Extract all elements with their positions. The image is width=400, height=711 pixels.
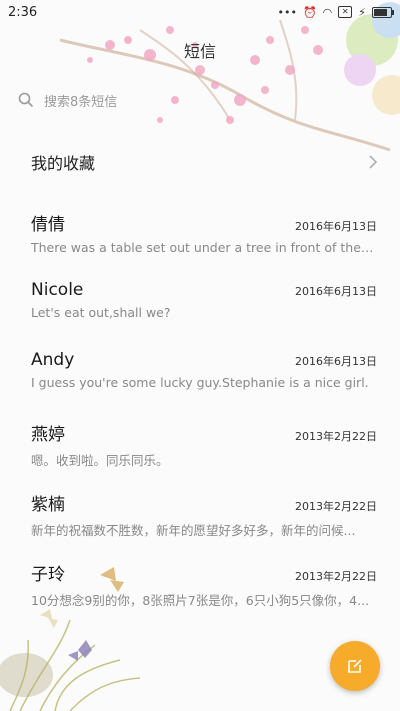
conversation-row[interactable]: Nicole 2016年6月13日 Let's eat out,shall we…	[0, 270, 400, 340]
message-preview: I guess you're some lucky guy.Stephanie …	[31, 375, 369, 390]
contact-name: Nicole	[31, 280, 84, 300]
compose-icon	[348, 659, 362, 673]
message-preview: 新年的祝福数不胜数，新年的愿望好多好多，新年的问候...	[31, 523, 356, 538]
status-time: 2:36	[8, 4, 38, 20]
message-preview: Let's eat out,shall we?	[31, 305, 171, 320]
conversation-row[interactable]: Andy 2016年6月13日 I guess you're some luck…	[0, 340, 400, 410]
conversation-list: 倩倩 2016年6月13日 There was a table set out …	[0, 200, 400, 620]
message-date: 2013年2月22日	[295, 570, 377, 583]
contact-name: 紫楠	[31, 495, 65, 515]
message-date: 2016年6月13日	[295, 355, 377, 368]
more-dots-icon: •••	[277, 5, 297, 19]
search-icon	[18, 92, 34, 108]
conversation-row[interactable]: 倩倩 2016年6月13日 There was a table set out …	[0, 200, 400, 270]
message-preview: 10分想念9别的你，8张照片7张是你，6只小狗5只像你，4...	[31, 593, 370, 608]
message-date: 2013年2月22日	[295, 500, 377, 513]
contact-name: 子玲	[31, 565, 65, 585]
message-date: 2016年6月13日	[295, 220, 377, 233]
page-title: 短信	[183, 42, 216, 61]
charging-icon: ⚡	[358, 5, 366, 19]
contact-name: Andy	[31, 350, 75, 370]
search-placeholder: 搜索8条短信	[44, 94, 118, 110]
favorites-row[interactable]: 我的收藏	[0, 140, 400, 184]
chevron-right-icon	[369, 155, 378, 169]
battery-icon	[372, 6, 394, 18]
alarm-icon: ⏰	[302, 5, 317, 19]
contact-name: 倩倩	[31, 215, 65, 235]
message-preview: There was a table set out under a tree i…	[31, 240, 377, 255]
compose-button[interactable]	[330, 641, 380, 691]
sim-icon: ✕	[338, 6, 353, 18]
status-icons: ••• ⏰ ◠ ✕ ⚡	[277, 5, 394, 19]
message-preview: 嗯。收到啦。同乐同乐。	[31, 453, 169, 468]
status-bar: 2:36 ••• ⏰ ◠ ✕ ⚡	[0, 0, 400, 24]
battery-fill	[374, 8, 387, 16]
favorites-label: 我的收藏	[31, 154, 96, 173]
conversation-row[interactable]: 子玲 2013年2月22日 10分想念9别的你，8张照片7张是你，6只小狗5只像…	[0, 550, 400, 620]
message-date: 2013年2月22日	[295, 430, 377, 443]
message-date: 2016年6月13日	[295, 285, 377, 298]
contact-name: 燕婷	[31, 425, 65, 445]
wifi-icon: ◠	[322, 5, 333, 19]
search-input[interactable]: 搜索8条短信	[18, 89, 358, 111]
conversation-row[interactable]: 燕婷 2013年2月22日 嗯。收到啦。同乐同乐。	[0, 410, 400, 480]
conversation-row[interactable]: 紫楠 2013年2月22日 新年的祝福数不胜数，新年的愿望好多好多，新年的问候.…	[0, 480, 400, 550]
